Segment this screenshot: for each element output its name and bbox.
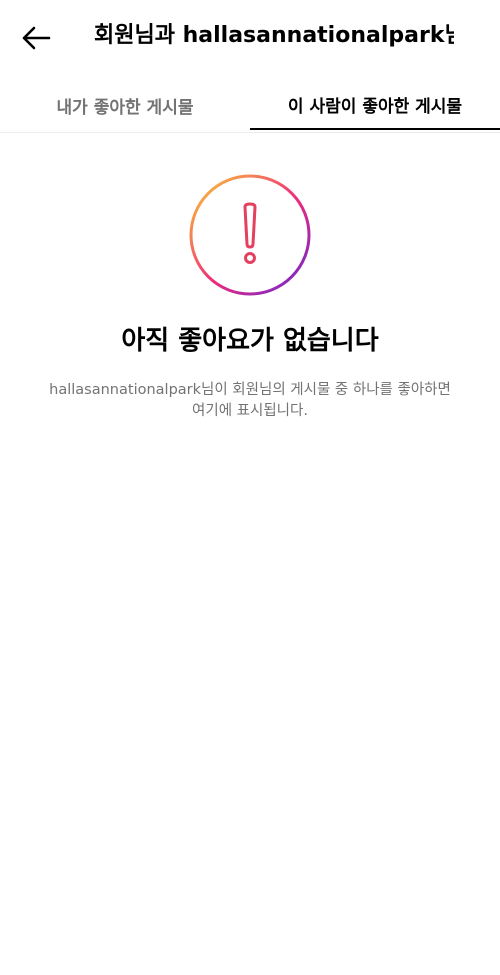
- tab-bar: 내가 좋아한 게시물 이 사람이 좋아한 게시물: [0, 80, 500, 133]
- empty-state-description: hallasannationalpark님이 회원님의 게시물 중 하나를 좋아…: [40, 380, 460, 422]
- likes-screen: 회원님과 hallasannationalpark님 내가 좋아한 게시물 이 …: [0, 0, 500, 975]
- empty-state-description-line1: hallasannationalpark님이 회원님의 게시물 중 하나를 좋아…: [49, 382, 451, 398]
- page-title: 회원님과 hallasannationalpark님: [94, 23, 454, 48]
- empty-state-title: 아직 좋아요가 없습니다: [121, 326, 379, 356]
- empty-state-description-line2: 여기에 표시됩니다.: [192, 403, 308, 419]
- header: 회원님과 hallasannationalpark님: [0, 0, 500, 74]
- arrow-left-icon: [22, 26, 51, 50]
- alert-circle-icon: [189, 174, 311, 296]
- tab-my-liked-posts[interactable]: 내가 좋아한 게시물: [0, 80, 250, 130]
- tab-their-liked-posts[interactable]: 이 사람이 좋아한 게시물: [250, 80, 500, 130]
- back-button[interactable]: [14, 16, 58, 60]
